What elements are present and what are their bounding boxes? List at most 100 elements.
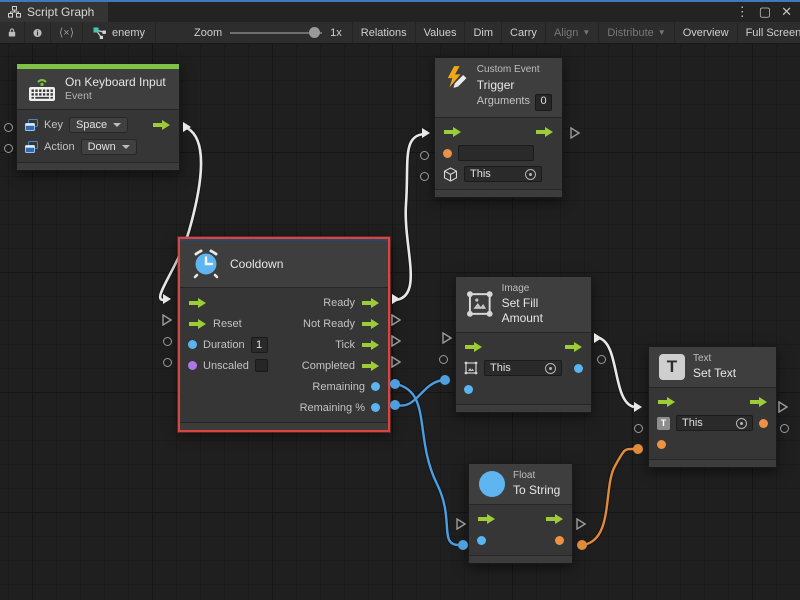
port-marker-tick-out[interactable] — [391, 335, 401, 347]
values-button[interactable]: Values — [416, 22, 466, 43]
node-cooldown[interactable]: Cooldown Ready Reset Not Ready Dur — [178, 237, 390, 432]
unscaled-port[interactable] — [188, 361, 197, 370]
flow-out-port[interactable] — [545, 513, 564, 525]
port-marker-ready-out[interactable] — [391, 293, 401, 305]
port-marker-tostring-value-in[interactable] — [458, 540, 468, 550]
flow-out-port-not-ready[interactable] — [361, 318, 380, 330]
port-marker-completed-out[interactable] — [391, 356, 401, 368]
port-marker-tostring-flow-in[interactable] — [456, 518, 466, 530]
flow-out-port-completed[interactable] — [361, 360, 380, 372]
target-field[interactable]: This — [676, 415, 753, 431]
flow-out-port-ready[interactable] — [361, 297, 380, 309]
align-button[interactable]: Align▼ — [546, 22, 599, 43]
port-marker-image-target-in[interactable] — [439, 355, 448, 364]
port-marker-remaining-out[interactable] — [390, 379, 400, 389]
port-label-action: Action — [44, 141, 75, 153]
node-on-keyboard-input[interactable]: On Keyboard Input Event Key Space — [16, 63, 180, 171]
target-field[interactable]: This — [484, 360, 562, 376]
zoom-slider-handle[interactable] — [309, 27, 320, 38]
port-marker-reset-in[interactable] — [162, 314, 172, 326]
duration-field[interactable]: 1 — [251, 337, 268, 353]
graph-name-group[interactable]: enemy — [83, 22, 156, 43]
wire-tostring-to-settext[interactable] — [583, 449, 635, 545]
port-marker-action[interactable] — [4, 144, 13, 153]
lock-button[interactable] — [0, 22, 25, 43]
port-marker-settext-target-in[interactable] — [634, 424, 643, 433]
node-footer — [469, 555, 572, 563]
port-marker-remaining-pct-out[interactable] — [390, 400, 400, 410]
fullscreen-button[interactable]: Full Screen — [738, 22, 800, 43]
event-name-field[interactable] — [458, 145, 534, 161]
port-marker-image-flow-in[interactable] — [442, 332, 452, 344]
port-marker-settext-value-in[interactable] — [633, 444, 643, 454]
node-float-to-string[interactable]: Float To String — [468, 463, 573, 564]
port-marker-trigger-out[interactable] — [570, 127, 580, 139]
key-dropdown[interactable]: Space — [69, 117, 128, 133]
graph-canvas[interactable]: On Keyboard Input Event Key Space — [0, 44, 800, 600]
port-marker-unscaled-in[interactable] — [163, 358, 172, 367]
node-text-set-text[interactable]: T Text Set Text T This — [648, 346, 777, 468]
port-marker-image-flow-out[interactable] — [593, 332, 603, 344]
wire-ready-to-trigger[interactable] — [396, 134, 424, 300]
string-output-port[interactable] — [555, 536, 564, 545]
distribute-button[interactable]: Distribute▼ — [599, 22, 674, 43]
arguments-count-field[interactable]: 0 — [535, 94, 552, 111]
window-menu-icon[interactable]: ⋮ — [736, 4, 749, 20]
text-value-port[interactable] — [657, 440, 666, 449]
zoom-slider[interactable] — [230, 32, 322, 34]
object-picker-icon[interactable] — [545, 363, 556, 374]
object-picker-icon[interactable] — [736, 418, 747, 429]
port-marker-key[interactable] — [4, 123, 13, 132]
image-output-port[interactable] — [574, 364, 583, 373]
action-dropdown[interactable]: Down — [81, 139, 137, 155]
port-marker-fill-amount-in[interactable] — [440, 375, 450, 385]
event-name-port[interactable] — [443, 149, 452, 158]
port-marker-settext-value-out[interactable] — [780, 424, 789, 433]
node-image-set-fill-amount[interactable]: Image Set Fill Amount This — [455, 276, 592, 413]
flow-out-port[interactable] — [749, 396, 768, 408]
fill-amount-port[interactable] — [464, 385, 473, 394]
wire-image-to-settext[interactable] — [599, 338, 634, 407]
flow-out-port[interactable] — [152, 119, 171, 131]
port-marker-tostring-flow-out[interactable] — [576, 518, 586, 530]
port-marker-settext-flow-in[interactable] — [633, 401, 643, 413]
carry-button[interactable]: Carry — [502, 22, 546, 43]
duration-port[interactable] — [188, 340, 197, 349]
info-button[interactable] — [25, 22, 51, 43]
port-marker-keyboard-out[interactable] — [182, 121, 192, 133]
flow-out-port[interactable] — [564, 341, 583, 353]
flow-in-port[interactable] — [657, 396, 676, 408]
info-icon — [33, 27, 42, 39]
port-marker-not-ready-out[interactable] — [391, 314, 401, 326]
object-picker-icon[interactable] — [525, 169, 536, 180]
flow-in-port[interactable] — [443, 126, 462, 138]
close-icon[interactable]: ✕ — [781, 4, 792, 20]
port-marker-tostring-value-out[interactable] — [577, 540, 587, 550]
port-marker-duration-in[interactable] — [163, 337, 172, 346]
target-field[interactable]: This — [464, 166, 542, 182]
flow-in-port[interactable] — [477, 513, 496, 525]
float-input-port[interactable] — [477, 536, 486, 545]
port-marker-trigger-in[interactable] — [421, 127, 431, 139]
tab-script-graph[interactable]: Script Graph — [0, 2, 108, 22]
text-output-port[interactable] — [759, 419, 768, 428]
unscaled-checkbox[interactable] — [255, 359, 268, 372]
remaining-port[interactable] — [371, 382, 380, 391]
flow-out-port-tick[interactable] — [361, 339, 380, 351]
flow-out-port[interactable] — [535, 126, 554, 138]
port-marker-image-value-out[interactable] — [597, 355, 606, 364]
maximize-icon[interactable]: ▢ — [759, 4, 771, 20]
port-marker-cooldown-in[interactable] — [162, 293, 172, 305]
overview-button[interactable]: Overview — [675, 22, 738, 43]
remaining-pct-port[interactable] — [371, 403, 380, 412]
carry-children-button[interactable]: ⟨×⟩ — [51, 22, 83, 43]
port-marker-event-target[interactable] — [420, 172, 429, 181]
relations-button[interactable]: Relations — [353, 22, 416, 43]
port-marker-settext-flow-out[interactable] — [778, 401, 788, 413]
port-marker-event-name[interactable] — [420, 151, 429, 160]
flow-in-port[interactable] — [464, 341, 483, 353]
flow-in-port-reset[interactable] — [188, 318, 207, 330]
flow-in-port[interactable] — [188, 297, 207, 309]
dim-button[interactable]: Dim — [465, 22, 502, 43]
node-trigger-custom-event[interactable]: Custom Event Trigger Arguments 0 — [434, 57, 563, 198]
